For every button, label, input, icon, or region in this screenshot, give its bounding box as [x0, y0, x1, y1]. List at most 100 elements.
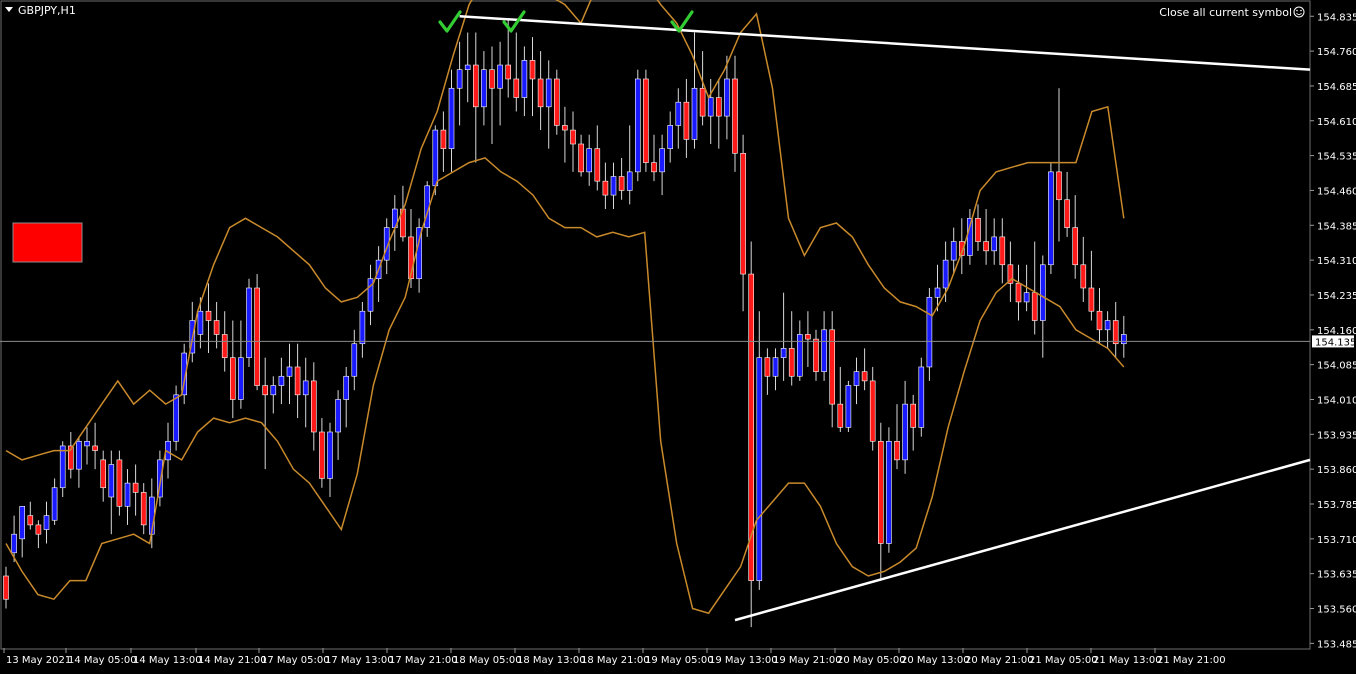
candle-body	[570, 129, 576, 145]
candle-body	[1040, 264, 1046, 321]
candle-body	[278, 375, 285, 386]
candle-body	[310, 380, 317, 433]
candle	[246, 278, 252, 367]
candle	[1048, 162, 1054, 275]
candle-body	[983, 241, 989, 252]
candle	[926, 288, 933, 381]
candle-body	[732, 78, 738, 154]
candle-body	[764, 357, 771, 377]
candle-body	[659, 148, 665, 173]
candle-body	[464, 64, 471, 70]
candle-body	[351, 343, 358, 377]
x-tick-label: 14 May 05:00	[68, 655, 137, 666]
candle-body	[813, 338, 819, 372]
y-tick-label: 154.535	[1317, 152, 1356, 163]
candle-body	[513, 78, 520, 98]
candle-body	[213, 320, 220, 335]
candle-body	[140, 492, 147, 526]
candle-body	[699, 87, 706, 117]
candle-body	[553, 78, 560, 126]
candle-body	[610, 176, 617, 196]
candle-body	[440, 129, 447, 149]
candle-body	[545, 78, 552, 108]
x-tick-label: 20 May 13:00	[901, 655, 970, 666]
candle-body	[902, 403, 908, 461]
candle-body	[1015, 283, 1022, 303]
candle-body	[270, 385, 277, 396]
candle-body	[1080, 264, 1087, 289]
candle-body	[481, 69, 487, 108]
candle-body	[894, 440, 900, 461]
candle-body	[999, 236, 1006, 266]
y-tick-label: 154.310	[1317, 256, 1356, 267]
candle-body	[51, 487, 58, 521]
candle-body	[562, 125, 568, 131]
candle-body	[521, 60, 528, 98]
candle-body	[238, 357, 244, 400]
x-tick-label: 21 May 05:00	[1029, 655, 1098, 666]
candle-body	[586, 148, 593, 173]
candle-body	[578, 143, 584, 173]
candle-body	[497, 64, 503, 89]
candle-body	[942, 259, 949, 289]
candle	[845, 380, 852, 432]
candle-body	[529, 60, 536, 80]
candle	[643, 69, 649, 172]
candle-body	[821, 329, 827, 372]
candle-body	[740, 152, 746, 275]
close-all-label[interactable]: Close all current symbol	[1159, 6, 1292, 19]
x-tick-label: 21 May 13:00	[1093, 655, 1162, 666]
x-tick-label: 17 May 13:00	[325, 655, 394, 666]
candle-body	[934, 287, 941, 298]
chart-window[interactable]: 153.485 153.560 153.635 153.710 153.785 153.8…	[0, 0, 1356, 670]
candle-body	[594, 148, 601, 182]
x-tick-label: 13 May 2021	[6, 655, 71, 666]
candle-body	[602, 180, 609, 196]
candle-body	[837, 403, 844, 428]
candle-body	[1056, 171, 1062, 201]
candle-body	[918, 366, 925, 428]
x-tick-label: 18 May 21:00	[581, 655, 650, 666]
x-tick-label: 17 May 21:00	[389, 655, 458, 666]
x-tick-label: 14 May 21:00	[198, 655, 267, 666]
x-tick-label: 19 May 05:00	[645, 655, 714, 666]
candle-body	[1072, 227, 1078, 266]
candlestick-chart[interactable]: 153.485 153.560 153.635 153.710 153.785 153.8…	[0, 0, 1356, 670]
x-tick-label: 21 May 21:00	[1157, 655, 1226, 666]
candle-body	[691, 87, 698, 140]
candle-body	[675, 101, 682, 126]
candle-body	[43, 515, 50, 530]
x-tick-label: 20 May 05:00	[837, 655, 906, 666]
candle-body	[1096, 310, 1103, 331]
candle-body	[724, 78, 730, 117]
y-tick-label: 153.710	[1317, 535, 1356, 546]
current-price-tag: 154.135	[1312, 335, 1356, 348]
candle-body	[537, 78, 544, 108]
candle-body	[197, 310, 204, 335]
candle-body	[805, 334, 811, 340]
y-tick-label: 154.160	[1317, 326, 1356, 337]
candle-body	[100, 459, 106, 489]
candle-body	[59, 445, 66, 489]
candle-body	[92, 445, 98, 451]
candle	[254, 274, 260, 391]
candle-body	[877, 440, 884, 544]
candle-body	[124, 482, 131, 507]
candle-body	[861, 371, 868, 382]
candle-body	[205, 310, 212, 321]
candle-body	[116, 459, 123, 507]
candle-body	[634, 78, 641, 173]
y-tick-label: 154.685	[1317, 82, 1356, 93]
candle-body	[302, 380, 309, 396]
candle-body	[1048, 171, 1054, 266]
candle-body	[788, 348, 795, 377]
candle-body	[643, 78, 649, 163]
x-tick-label: 18 May 13:00	[517, 655, 586, 666]
y-tick-label: 153.635	[1317, 570, 1356, 581]
red-price-box[interactable]	[12, 222, 83, 263]
candle-body	[910, 403, 917, 428]
candle-body	[35, 524, 42, 535]
candle-body	[651, 162, 657, 173]
candle-body	[132, 482, 139, 493]
candle-body	[262, 385, 269, 396]
